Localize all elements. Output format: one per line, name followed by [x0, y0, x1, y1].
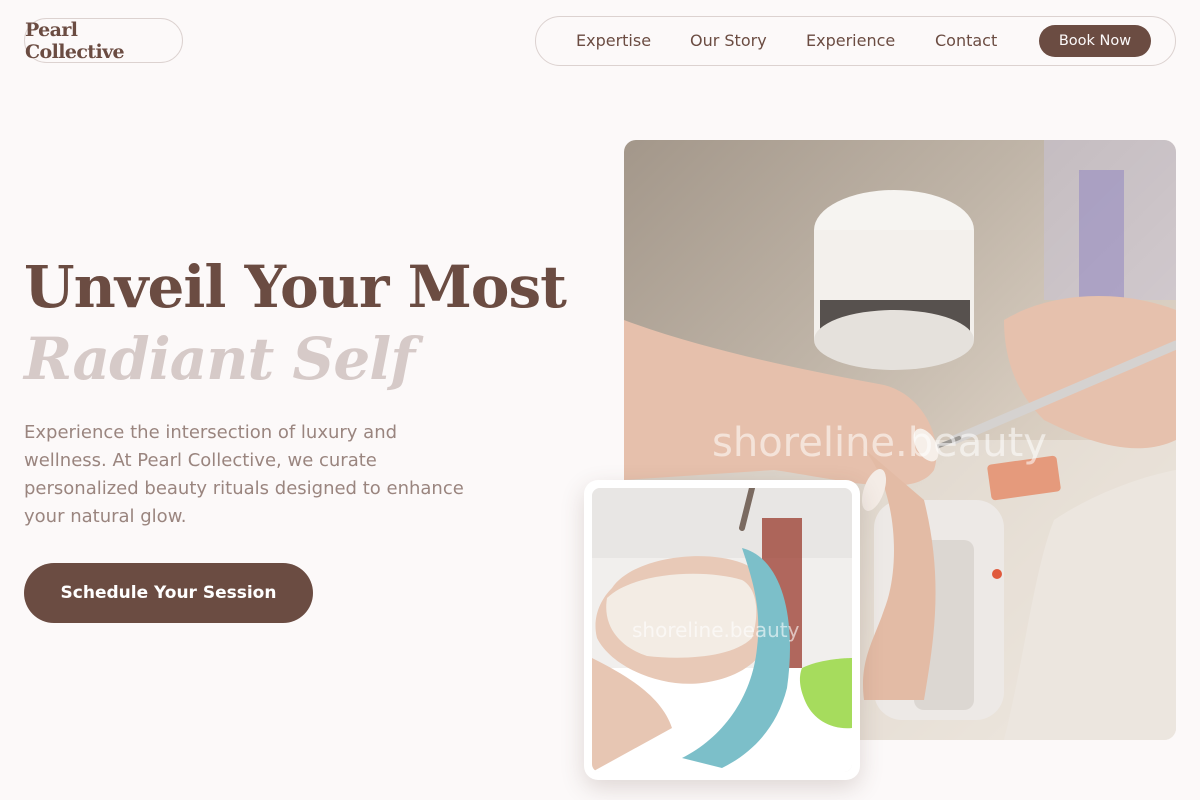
main-photo-watermark: shoreline.beauty: [712, 420, 1047, 466]
nav-link-expertise[interactable]: Expertise: [576, 17, 651, 65]
book-now-button[interactable]: Book Now: [1039, 25, 1151, 57]
nav-link-our-story[interactable]: Our Story: [690, 17, 767, 65]
inset-photo-frame: shoreline.beauty: [584, 480, 860, 780]
facial-treatment-photo: shoreline.beauty: [592, 488, 852, 772]
nav-link-contact[interactable]: Contact: [935, 17, 997, 65]
hero-description: Experience the intersection of luxury an…: [24, 422, 464, 527]
schedule-session-button[interactable]: Schedule Your Session: [24, 563, 313, 623]
inset-photo-watermark: shoreline.beauty: [632, 618, 800, 642]
hero-heading-line2: Radiant Self: [24, 325, 415, 393]
brand-logo[interactable]: Pearl Collective: [24, 18, 183, 63]
main-nav: Expertise Our Story Experience Contact B…: [535, 16, 1176, 66]
nav-link-experience[interactable]: Experience: [806, 17, 895, 65]
hero-heading-line1: Unveil Your Most: [24, 253, 567, 321]
